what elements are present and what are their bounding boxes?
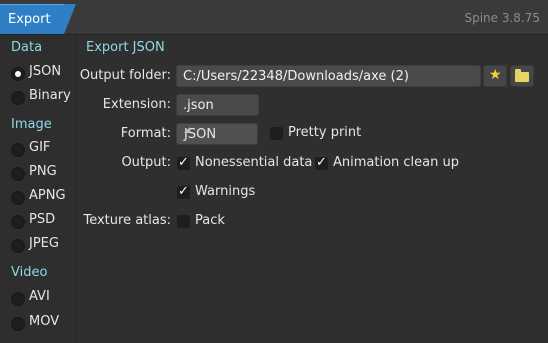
section-title-video: Video bbox=[11, 265, 48, 280]
radio-jpeg-label: JPEG bbox=[29, 236, 59, 251]
radio-avi-label: AVI bbox=[29, 289, 50, 304]
pretty-print-checkbox[interactable] bbox=[270, 127, 283, 140]
section-title-data: Data bbox=[11, 40, 43, 55]
animation-cleanup-label: Animation clean up bbox=[333, 155, 459, 170]
extension-label: Extension: bbox=[102, 97, 171, 112]
output-label: Output: bbox=[121, 155, 171, 170]
star-icon: ★ bbox=[489, 67, 502, 83]
radio-binary-label: Binary bbox=[29, 88, 71, 103]
format-dropdown[interactable]: JSON bbox=[176, 123, 258, 145]
pretty-print-label: Pretty print bbox=[288, 125, 362, 140]
pack-label: Pack bbox=[195, 213, 225, 228]
panel-title: Export JSON bbox=[86, 40, 165, 55]
section-title-image: Image bbox=[11, 117, 52, 132]
radio-button-selected[interactable] bbox=[11, 67, 25, 81]
warnings-label: Warnings bbox=[195, 184, 256, 199]
animation-cleanup-checkbox[interactable]: ✓ bbox=[315, 155, 328, 170]
radio-button[interactable] bbox=[11, 191, 25, 205]
nonessential-data-checkbox[interactable]: ✓ bbox=[177, 155, 190, 170]
output-folder-label: Output folder: bbox=[79, 68, 171, 83]
radio-button[interactable] bbox=[11, 143, 25, 157]
checkmark-icon: ✓ bbox=[316, 155, 327, 170]
favorite-folder-button[interactable]: ★ bbox=[483, 65, 507, 87]
radio-button[interactable] bbox=[11, 239, 25, 253]
nonessential-data-label: Nonessential data bbox=[195, 155, 313, 170]
radio-png-label: PNG bbox=[29, 164, 57, 179]
radio-mov-label: MOV bbox=[29, 314, 60, 329]
warnings-checkbox[interactable]: ✓ bbox=[177, 184, 190, 199]
dropdown-arrow-icon bbox=[184, 127, 190, 133]
radio-apng-label: APNG bbox=[29, 188, 66, 203]
output-folder-value: C:/Users/22348/Downloads/axe (2) bbox=[183, 69, 409, 84]
pack-checkbox[interactable] bbox=[177, 215, 190, 228]
version-label: Spine 3.8.75 bbox=[464, 11, 540, 25]
radio-button[interactable] bbox=[11, 167, 25, 181]
checkmark-icon: ✓ bbox=[178, 184, 189, 199]
radio-psd-label: PSD bbox=[29, 212, 56, 227]
radio-button[interactable] bbox=[11, 91, 25, 105]
extension-value: .json bbox=[183, 98, 214, 113]
checkmark-icon: ✓ bbox=[178, 155, 189, 170]
title-bar: Export Spine 3.8.75 bbox=[0, 0, 548, 35]
extension-input[interactable]: .json bbox=[176, 94, 259, 116]
export-settings-panel: Export JSON Output folder: C:/Users/2234… bbox=[77, 35, 548, 343]
output-folder-input[interactable]: C:/Users/22348/Downloads/axe (2) bbox=[176, 65, 481, 87]
browse-folder-button[interactable] bbox=[510, 65, 534, 87]
folder-icon bbox=[515, 69, 529, 82]
radio-json-label: JSON bbox=[29, 64, 62, 79]
radio-gif-label: GIF bbox=[29, 140, 51, 155]
tab-export-label: Export bbox=[8, 12, 51, 27]
radio-button[interactable] bbox=[11, 215, 25, 229]
export-type-sidebar: Data JSON Binary Image GIF PNG APNG PSD … bbox=[0, 35, 77, 343]
radio-button[interactable] bbox=[11, 317, 25, 331]
texture-atlas-label: Texture atlas: bbox=[83, 213, 171, 228]
format-label: Format: bbox=[120, 126, 171, 141]
tab-export[interactable]: Export bbox=[0, 4, 76, 34]
radio-button[interactable] bbox=[11, 292, 25, 306]
